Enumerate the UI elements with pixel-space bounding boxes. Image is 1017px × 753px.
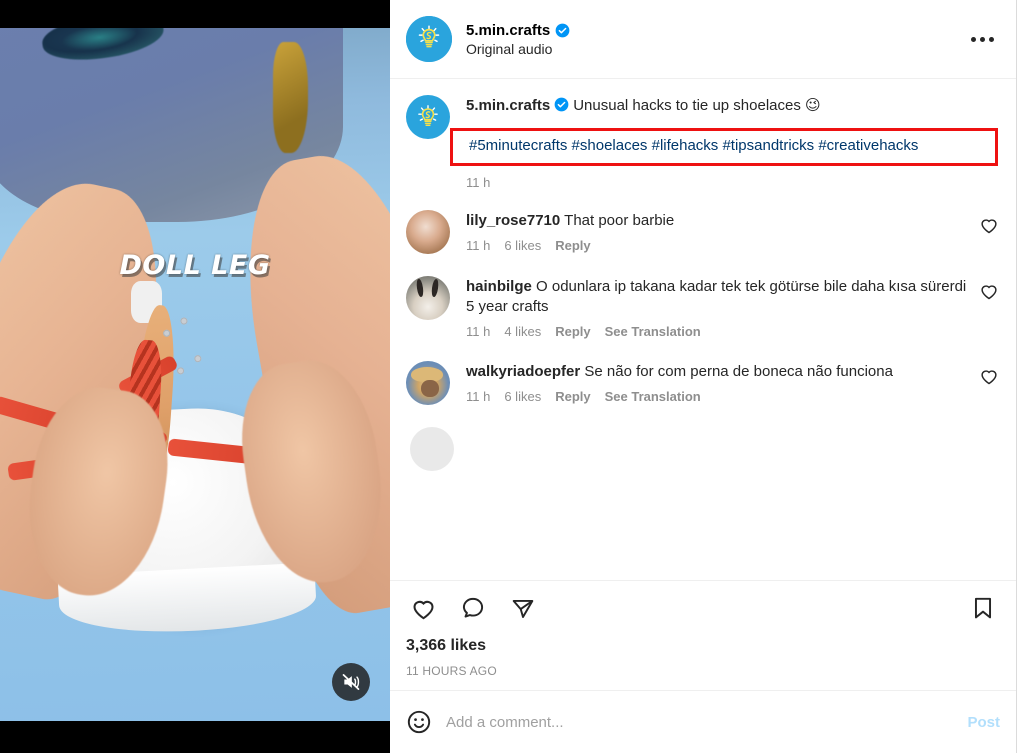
instagram-post: DOLL LEG 5.min.crafts Original audio 5.m… [0,0,1017,753]
video-frame: DOLL LEG [0,28,390,721]
comment-item-partial [406,427,1000,472]
comment-time: 11 h [466,324,491,340]
comment-meta: 11 h 6 likes Reply [466,238,970,253]
emoji-face-icon [407,710,431,734]
commenter-username[interactable]: walkyriadoepfer [466,363,580,380]
add-comment-input[interactable] [446,713,954,731]
post-actions-bar: 3,366 likes 11 HOURS AGO [390,580,1016,690]
more-dot [970,36,976,42]
comment-time: 11 h [466,238,491,254]
shirt-graphic [39,28,166,66]
heart-icon [981,370,997,385]
comment-bubble-icon [462,597,484,618]
comments-scroll-area[interactable]: 5.min.crafts Unusual hacks to tie up sho… [390,79,1016,580]
comment-text-line: walkyriadoepfer Se não for com perna de … [466,362,970,382]
comment-text: Se não for com perna de boneca não funci… [584,363,893,381]
lightbulb-avatar-icon [418,105,438,126]
comment-like-button[interactable] [978,365,1000,387]
account-avatar[interactable] [406,16,452,62]
background-object [273,41,309,153]
comment-likes[interactable]: 4 likes [504,324,541,339]
heart-icon [981,285,997,300]
comment-body: hainbilge O odunlara ip takana kadar tek… [466,276,970,339]
comment-body: walkyriadoepfer Se não for com perna de … [466,361,970,405]
more-options-button[interactable] [964,21,1000,57]
like-post-button[interactable] [406,591,440,625]
lightbulb-avatar-icon [418,25,440,48]
comment-reply-button[interactable]: Reply [555,238,590,253]
caption-username[interactable]: 5.min.crafts [466,97,550,114]
comment-like-button[interactable] [978,280,1000,302]
caption-emoji: 😉 [805,96,821,114]
post-timestamp: 11 HOURS AGO [406,664,497,678]
action-icons-row [406,591,1000,625]
bookmark-icon [974,597,992,619]
caption-text-line: 5.min.crafts Unusual hacks to tie up sho… [466,96,1000,116]
comment-text: O odunlara ip takana kadar tek tek götür… [466,278,967,316]
caption-body: 5.min.crafts Unusual hacks to tie up sho… [450,95,1000,191]
commenter-username[interactable]: hainbilge [466,278,532,295]
account-username[interactable]: 5.min.crafts [466,22,550,39]
verified-badge-icon [554,97,569,112]
see-translation-button[interactable]: See Translation [605,324,701,339]
comment-reply-button[interactable]: Reply [555,389,590,404]
caption-avatar[interactable] [406,95,450,139]
comment-post-button[interactable] [456,591,490,625]
comment-item: lily_rose7710 That poor barbie 11 h 6 li… [406,210,1000,255]
comment-like-button[interactable] [978,214,1000,236]
speaker-muted-icon [342,674,360,690]
comment-reply-button[interactable]: Reply [555,324,590,339]
save-post-button[interactable] [966,591,1000,625]
comment-text-line: lily_rose7710 That poor barbie [466,211,970,231]
commenter-avatar[interactable] [406,276,450,321]
caption-hashtags[interactable]: #5minutecrafts #shoelaces #lifehacks #ti… [469,136,987,157]
post-comment-button[interactable]: Post [967,714,1000,731]
comment-item: walkyriadoepfer Se não for com perna de … [406,361,1000,406]
verified-badge-icon [555,23,570,37]
comment-likes[interactable]: 6 likes [504,238,541,253]
heart-icon [412,600,434,619]
share-paper-plane-icon [512,599,534,618]
commenter-avatar[interactable] [406,361,450,406]
video-player[interactable]: DOLL LEG [0,0,390,753]
caption-text: Unusual hacks to tie up shoelaces [573,97,801,114]
add-comment-row: Post [390,690,1016,753]
comment-text: That poor barbie [564,212,675,230]
heart-icon [981,219,997,234]
comment-meta: 11 h 6 likes Reply See Translation [466,389,970,404]
emoji-picker-button[interactable] [406,709,432,735]
post-caption: 5.min.crafts Unusual hacks to tie up sho… [406,95,1000,190]
original-audio-label[interactable]: Original audio [466,41,964,57]
caption-timestamp: 11 h [466,175,491,191]
post-details-panel: 5.min.crafts Original audio 5.min.crafts… [390,0,1017,753]
more-dot [988,36,994,42]
commenter-username[interactable]: lily_rose7710 [466,212,560,229]
see-translation-button[interactable]: See Translation [605,389,701,404]
commenter-avatar[interactable] [406,210,450,255]
comment-item: hainbilge O odunlara ip takana kadar tek… [406,276,1000,339]
commenter-avatar[interactable] [410,427,454,472]
comment-text-line: hainbilge O odunlara ip takana kadar tek… [466,277,970,317]
comment-body: lily_rose7710 That poor barbie 11 h 6 li… [466,210,970,254]
share-post-button[interactable] [506,591,540,625]
comment-time: 11 h [466,388,491,404]
header-meta: 5.min.crafts Original audio [466,22,964,57]
comment-meta: 11 h 4 likes Reply See Translation [466,324,970,339]
comment-likes[interactable]: 6 likes [504,389,541,404]
post-header: 5.min.crafts Original audio [390,0,1016,79]
hashtags-annotation-box: #5minutecrafts #shoelaces #lifehacks #ti… [450,127,998,167]
likes-count[interactable]: 3,366 likes [406,637,1000,655]
mute-toggle-button[interactable] [332,663,370,701]
more-dot [979,36,985,42]
